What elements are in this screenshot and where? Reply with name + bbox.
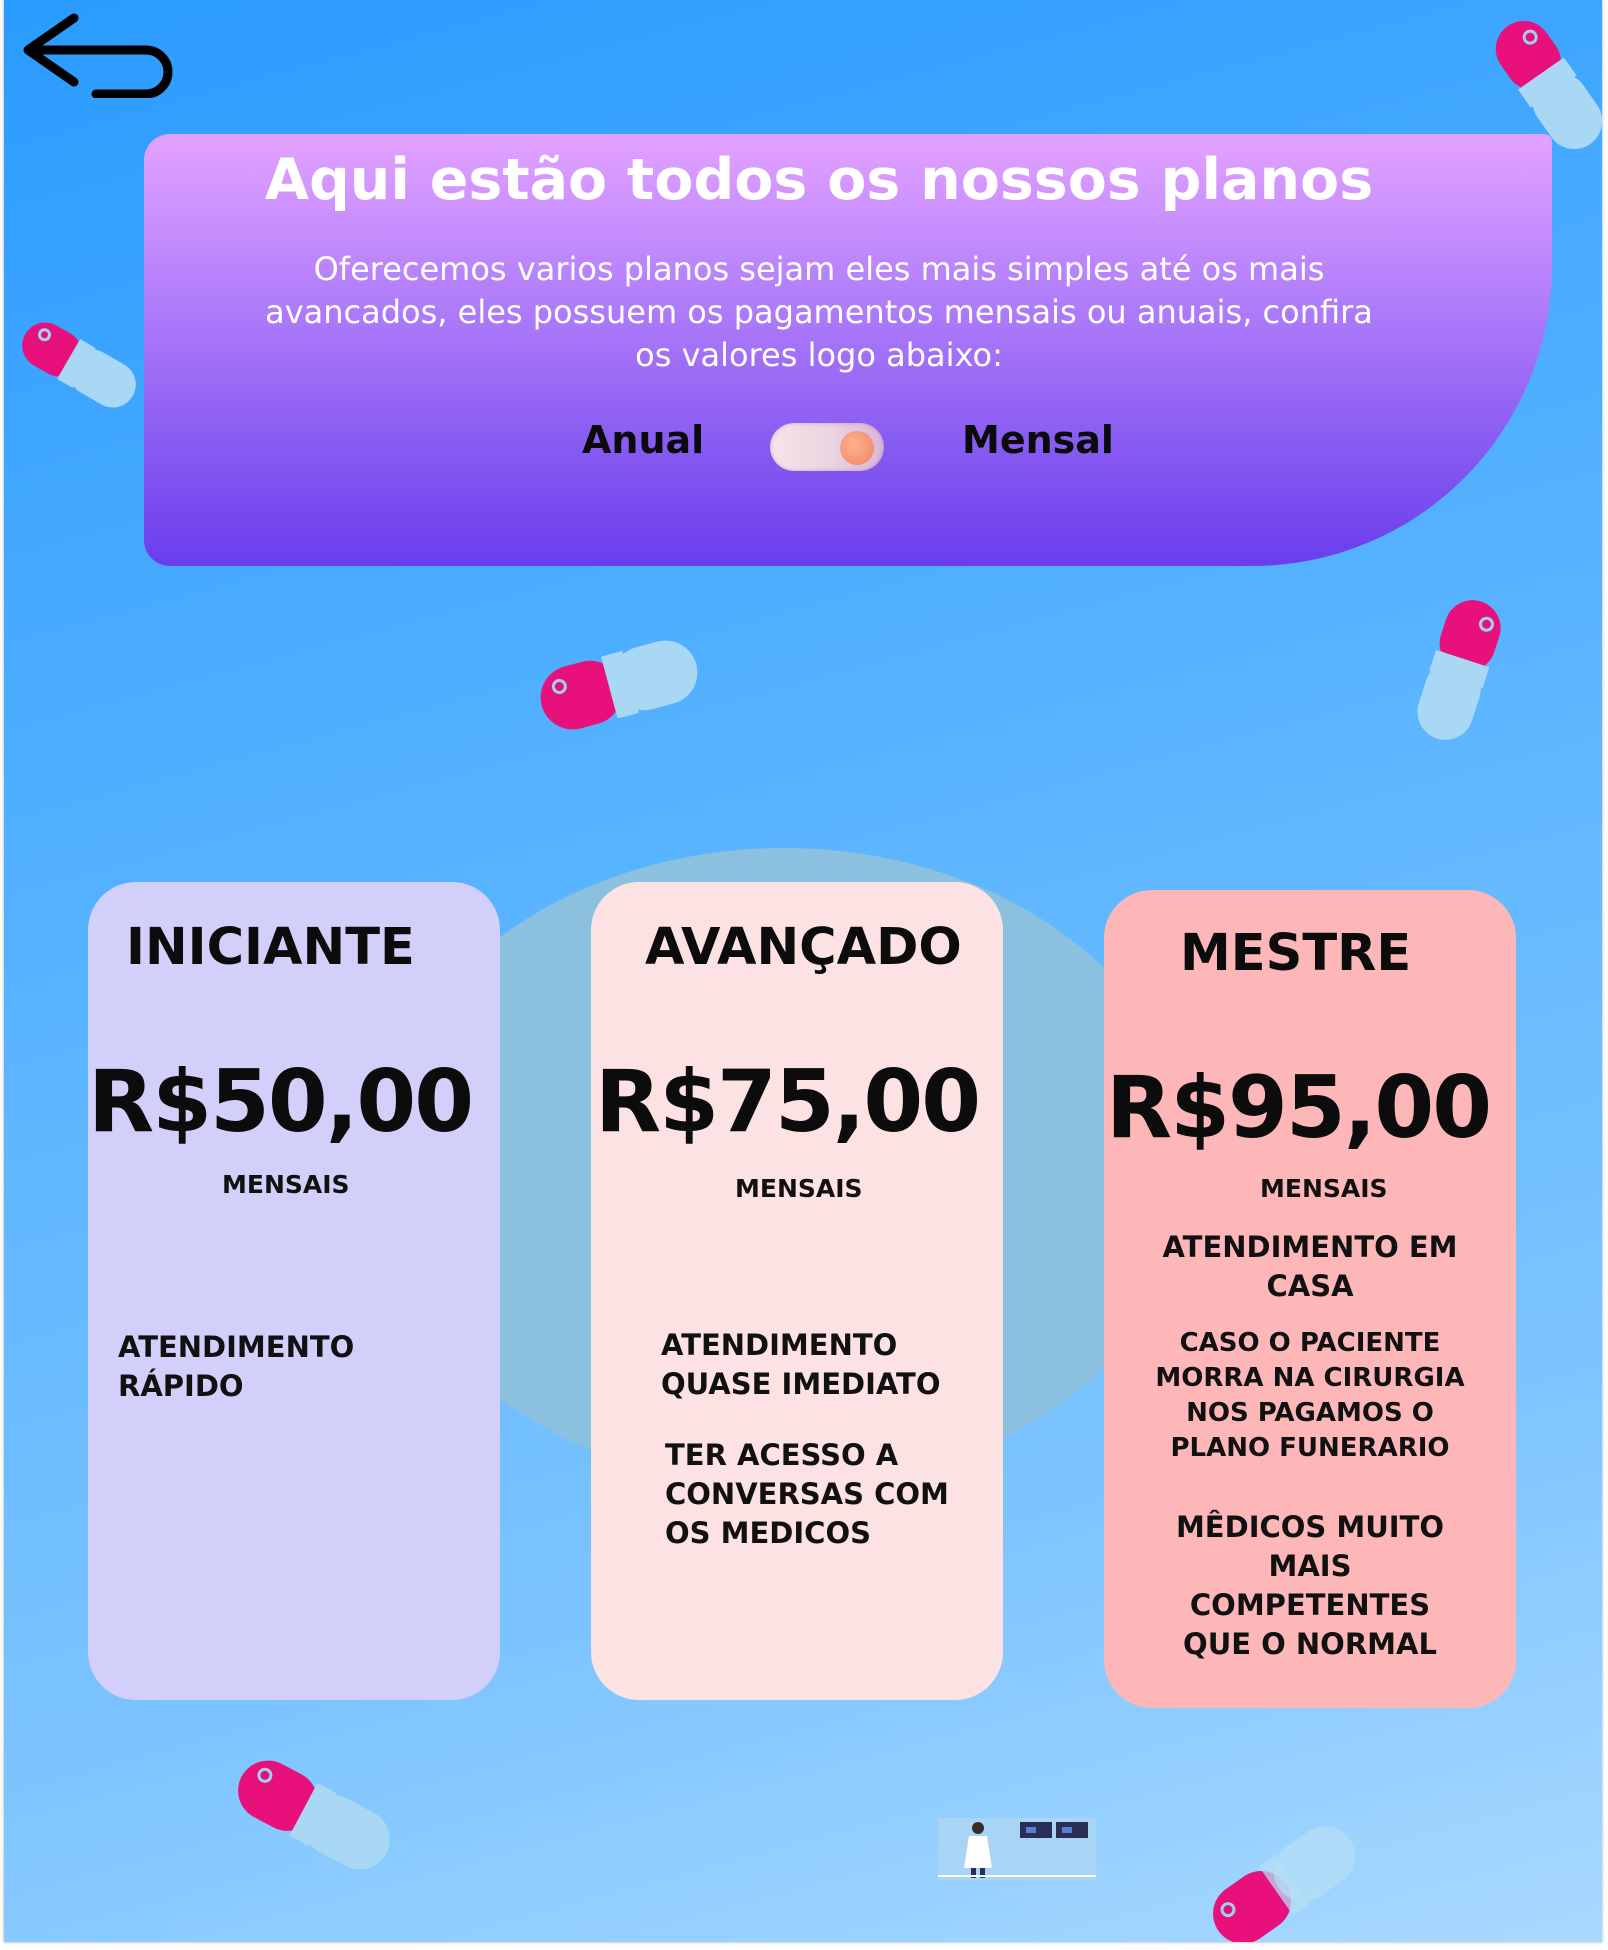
plan-period: MENSAIS xyxy=(735,1174,863,1203)
pill-capsule-icon xyxy=(1213,1826,1355,1942)
plan-feature: MÊDICOS MUITO MAIS COMPETENTES QUE O NOR… xyxy=(1175,1510,1445,1661)
plan-name: AVANÇADO xyxy=(645,918,962,977)
toggle-knob xyxy=(840,431,874,465)
doctor-illustration-icon xyxy=(938,1818,1096,1880)
plan-feature: ATENDIMENTO EM CASA xyxy=(1162,1230,1458,1303)
plan-name: MESTRE xyxy=(1180,924,1412,983)
plan-card-mestre[interactable]: MESTRE R$95,00 MENSAIS ATENDIMENTO EM CA… xyxy=(1104,890,1516,1708)
plan-feature: ATENDIMENTO QUASE IMEDIATO xyxy=(661,1328,941,1401)
billing-monthly-label[interactable]: Mensal xyxy=(962,416,1114,464)
pill-capsule-icon xyxy=(540,640,698,730)
plan-feature: ATENDIMENTO RÁPIDO xyxy=(118,1330,355,1403)
page-description: Oferecemos varios planos sejam eles mais… xyxy=(265,250,1373,374)
plan-period: MENSAIS xyxy=(1260,1174,1388,1203)
plan-feature: TER ACESSO A CONVERSAS COM OS MEDICOS xyxy=(665,1438,949,1550)
plan-period: MENSAIS xyxy=(222,1170,350,1199)
plan-card-iniciante[interactable]: INICIANTE R$50,00 MENSAIS ATENDIMENTO RÁ… xyxy=(88,882,500,1700)
pill-capsule-icon xyxy=(1417,600,1501,740)
pill-capsule-icon xyxy=(238,1760,390,1870)
back-arrow-icon[interactable] xyxy=(16,6,192,98)
pill-capsule-icon xyxy=(22,322,136,408)
plan-feature: CASO O PACIENTE MORRA NA CIRURGIA NOS PA… xyxy=(1155,1328,1465,1463)
plan-name: INICIANTE xyxy=(126,918,415,977)
plan-price: R$95,00 xyxy=(1106,1058,1492,1158)
plan-price: R$75,00 xyxy=(595,1052,981,1152)
billing-toggle-row: Anual Mensal xyxy=(4,410,1602,471)
page-title: Aqui estão todos os nossos planos xyxy=(264,147,1374,213)
billing-toggle-switch[interactable] xyxy=(770,423,884,471)
page-title-container: Aqui estão todos os nossos planos xyxy=(244,140,1394,220)
billing-annual-label[interactable]: Anual xyxy=(582,416,704,464)
plans-page: Aqui estão todos os nossos planos Oferec… xyxy=(4,0,1602,1942)
plan-card-avancado[interactable]: AVANÇADO R$75,00 MENSAIS ATENDIMENTO QUA… xyxy=(591,882,1003,1700)
plan-price: R$50,00 xyxy=(88,1052,474,1152)
